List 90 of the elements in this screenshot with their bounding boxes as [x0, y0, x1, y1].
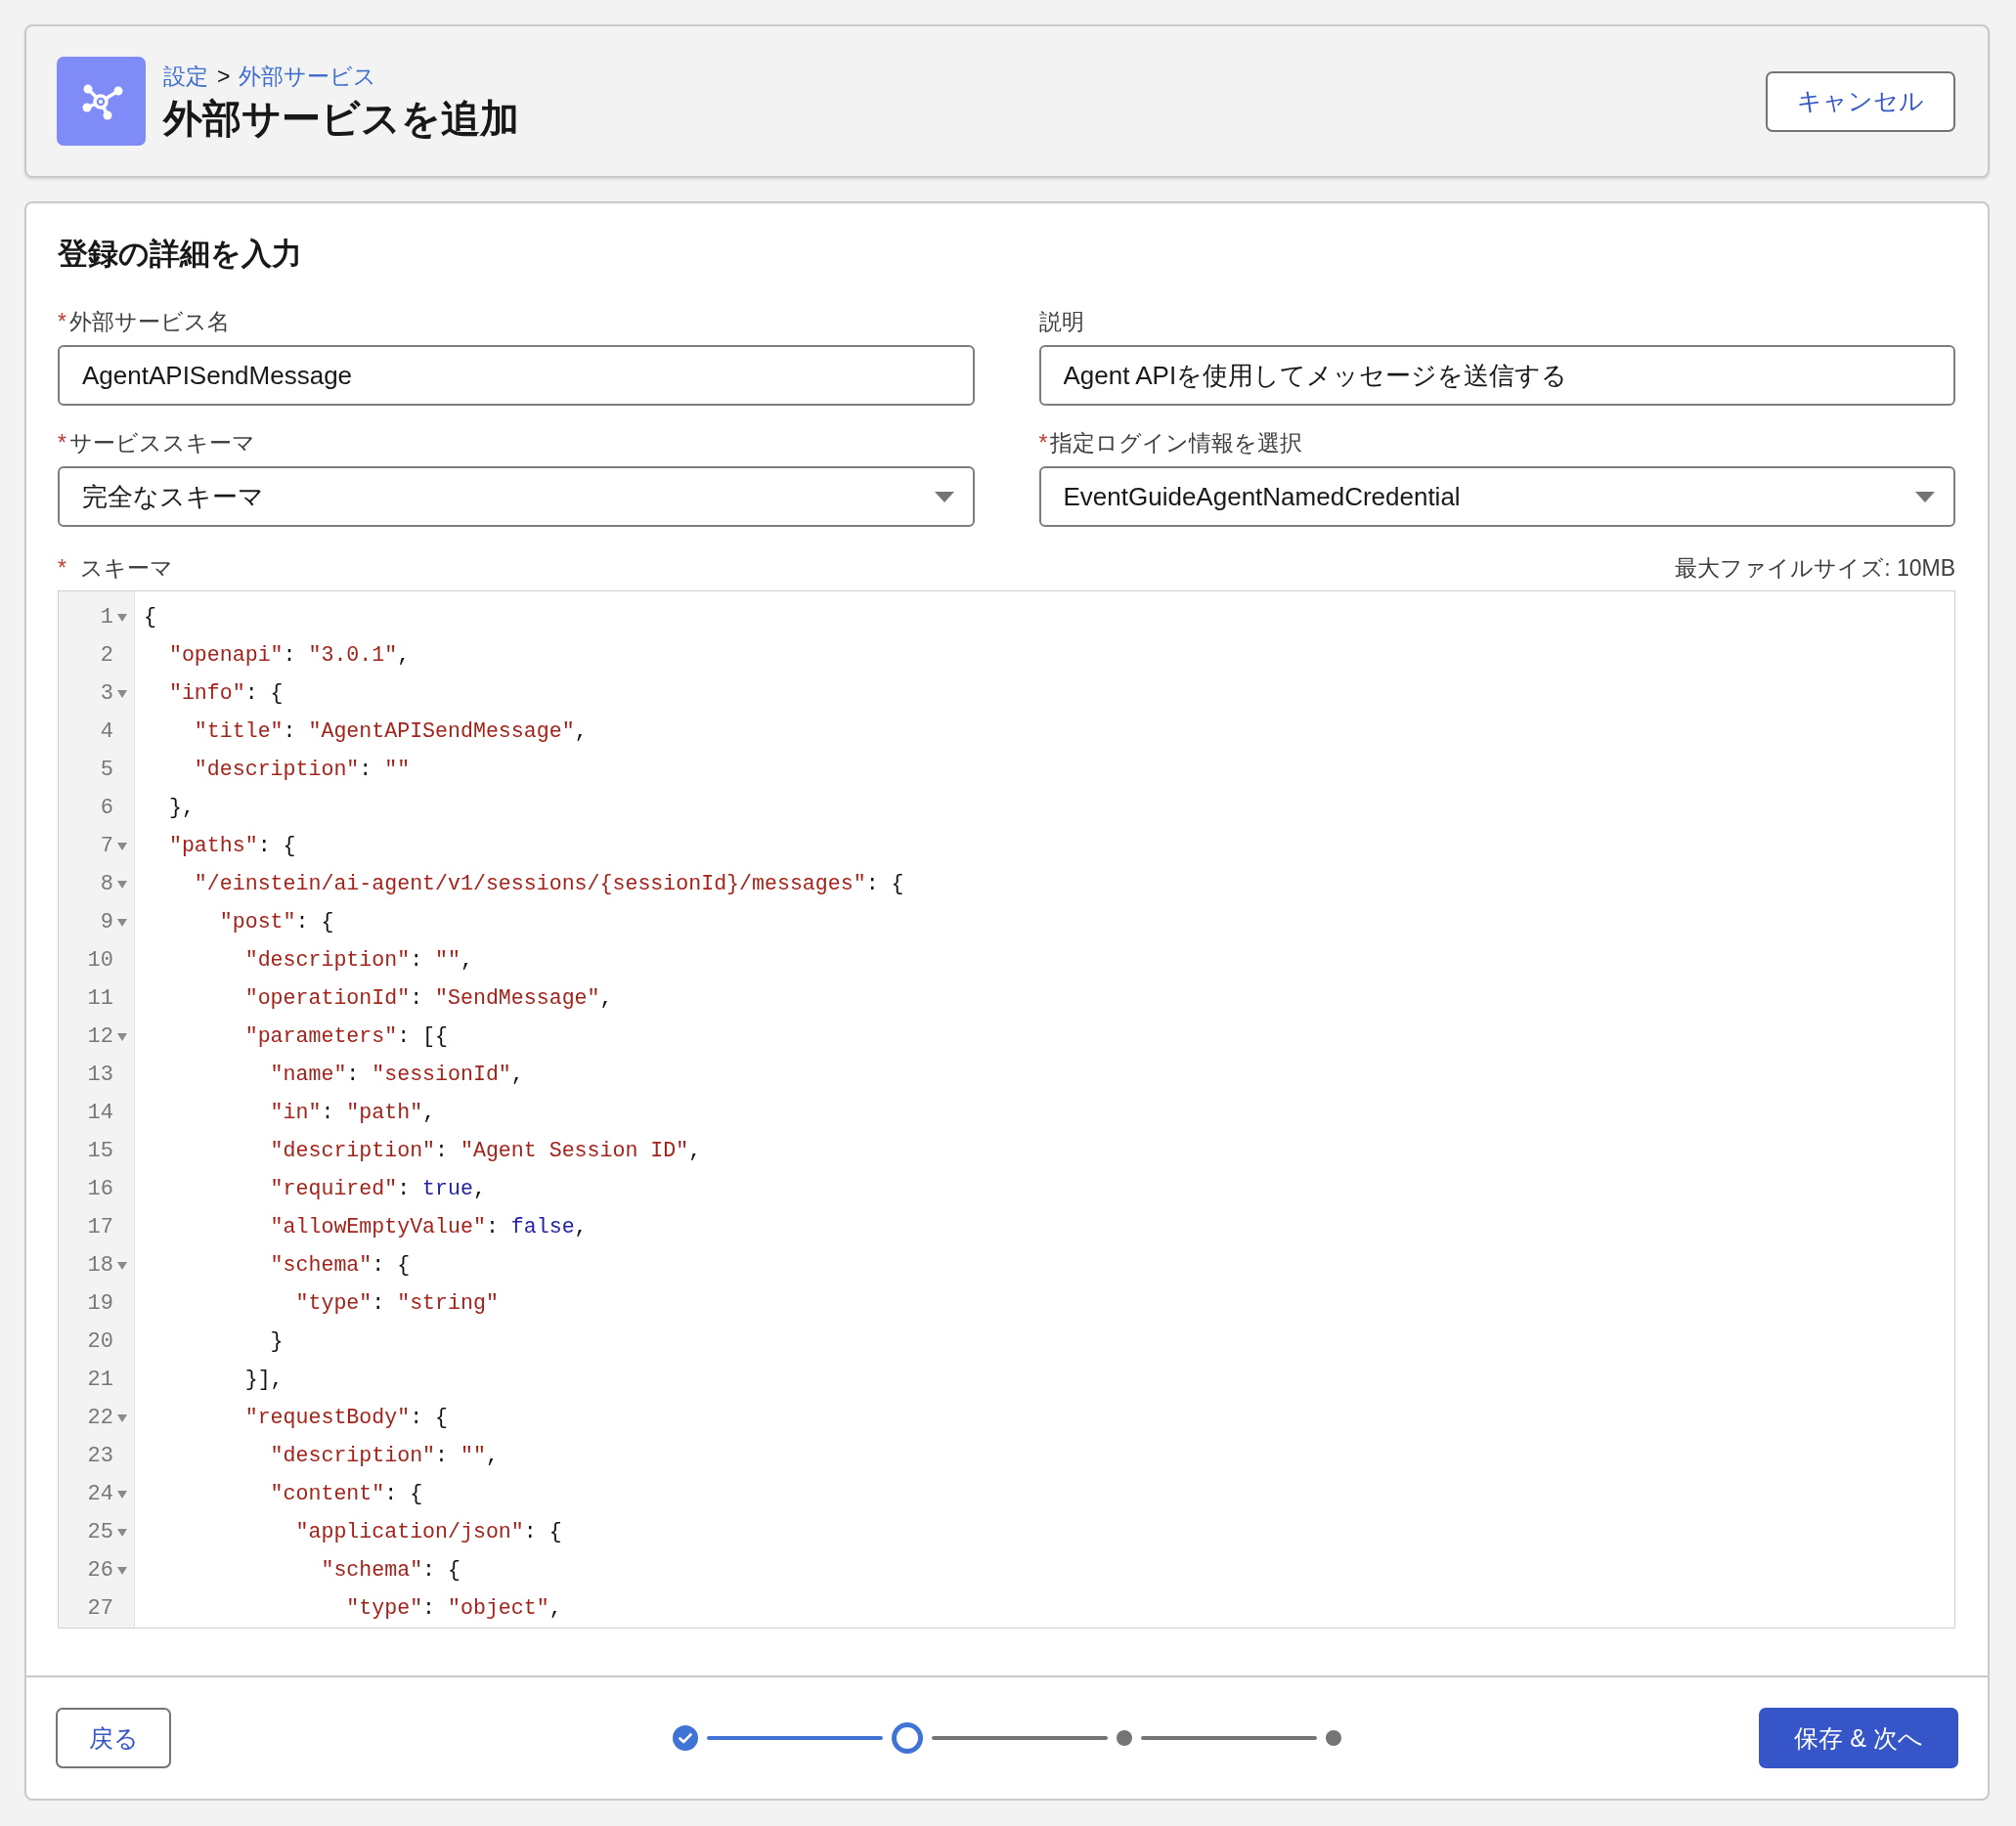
- fold-caret-icon[interactable]: [116, 842, 127, 850]
- code-line: "info": {: [168, 681, 284, 705]
- field-label: *サービススキーマ: [58, 429, 255, 457]
- code-line: "type": "string": [295, 1291, 499, 1315]
- section-heading: 登録の詳細を入力: [58, 237, 302, 272]
- fold-caret-icon[interactable]: [116, 1528, 127, 1537]
- code-line: "description": "Agent Session ID",: [270, 1139, 702, 1162]
- line-number: 8: [100, 871, 113, 898]
- back-button[interactable]: 戻る: [56, 1708, 171, 1768]
- check-circle-icon[interactable]: [673, 1725, 698, 1751]
- fold-caret-icon[interactable]: [116, 1032, 127, 1041]
- code-line: "allowEmptyValue": false,: [270, 1215, 588, 1239]
- line-number: 26: [87, 1557, 113, 1585]
- code-line: "schema": {: [321, 1558, 460, 1582]
- breadcrumb-link[interactable]: 外部サービス: [239, 64, 377, 89]
- line-number: 3: [100, 680, 113, 708]
- line-number: 7: [100, 833, 113, 860]
- dropdown-select[interactable]: EventGuideAgentNamedCredential: [1038, 466, 1955, 527]
- code-line: "type": "object",: [346, 1596, 562, 1620]
- code-line: "in": "path",: [270, 1101, 436, 1124]
- line-number: 18: [87, 1252, 113, 1280]
- line-number: 9: [100, 909, 113, 936]
- code-line: "description": "",: [244, 948, 473, 972]
- code-line: "application/json": {: [295, 1520, 562, 1543]
- code-line: "required": true,: [270, 1177, 486, 1200]
- page-title: 外部サービスを追加: [163, 96, 519, 141]
- code-line: }: [270, 1329, 284, 1353]
- dropdown-select[interactable]: 完全なスキーマ: [58, 466, 975, 527]
- fold-caret-icon[interactable]: [116, 1413, 127, 1422]
- code-line: "description": "": [194, 758, 411, 781]
- fold-caret-icon[interactable]: [116, 918, 127, 927]
- dot-icon[interactable]: [1117, 1730, 1132, 1746]
- code-line: "requestBody": {: [244, 1406, 449, 1429]
- fold-caret-icon[interactable]: [116, 1261, 127, 1270]
- code-line: },: [168, 796, 195, 819]
- code-line: "/einstein/ai-agent/v1/sessions/{sessionId}/messages": {: [194, 872, 904, 895]
- line-number: 14: [87, 1100, 113, 1127]
- dot-icon[interactable]: [1326, 1730, 1341, 1746]
- line-number: 25: [87, 1519, 113, 1546]
- fold-caret-icon[interactable]: [116, 613, 127, 622]
- line-number: 5: [100, 757, 113, 784]
- caret-down-icon: [1915, 491, 1935, 502]
- fold-caret-icon[interactable]: [116, 1566, 127, 1575]
- save-next-button[interactable]: 保存 & 次へ: [1759, 1708, 1958, 1768]
- field-label: * スキーマ: [58, 554, 173, 583]
- line-number: 1: [100, 604, 113, 631]
- line-number: 24: [87, 1481, 113, 1508]
- code-line: "parameters": [{: [244, 1024, 449, 1048]
- line-number: 22: [87, 1405, 113, 1432]
- line-number: 16: [87, 1176, 113, 1203]
- code-line: {: [144, 605, 156, 629]
- line-number: 4: [100, 718, 113, 746]
- line-number: 19: [87, 1290, 113, 1318]
- cancel-button[interactable]: キャンセル: [1766, 70, 1955, 132]
- line-number: 11: [87, 985, 113, 1013]
- text-input[interactable]: Agent APIを使用してメッセージを送信する: [1038, 345, 1955, 406]
- text-input[interactable]: AgentAPISendMessage: [58, 345, 975, 406]
- line-number: 20: [87, 1328, 113, 1356]
- line-number: 10: [87, 947, 113, 975]
- code-line: "name": "sessionId",: [270, 1063, 524, 1086]
- code-line: "openapi": "3.0.1",: [168, 643, 411, 667]
- code-line: "title": "AgentAPISendMessage",: [194, 719, 588, 743]
- network-nodes-icon: [57, 57, 146, 146]
- line-number: 27: [87, 1595, 113, 1623]
- breadcrumb-link[interactable]: 設定: [163, 64, 208, 89]
- line-number: 12: [87, 1023, 113, 1051]
- code-line: "schema": {: [270, 1253, 411, 1277]
- code-line: "description": "",: [270, 1444, 499, 1467]
- fold-caret-icon[interactable]: [116, 689, 127, 698]
- line-number: 21: [87, 1367, 113, 1394]
- line-number: 23: [87, 1443, 113, 1470]
- field-label: *外部サービス名: [58, 308, 230, 336]
- file-size-note: 最大ファイルサイズ: 10MB: [1675, 554, 1955, 583]
- line-number: 15: [87, 1138, 113, 1165]
- line-number: 13: [87, 1062, 113, 1089]
- field-label: *指定ログイン情報を選択: [1038, 429, 1303, 457]
- fold-caret-icon[interactable]: [116, 880, 127, 889]
- code-line: "operationId": "SendMessage",: [244, 986, 613, 1010]
- code-line: "content": {: [270, 1482, 423, 1505]
- code-line: "paths": {: [168, 834, 296, 857]
- ring-icon[interactable]: [892, 1722, 923, 1754]
- code-line: "post": {: [219, 910, 334, 934]
- line-number: 2: [100, 642, 113, 670]
- caret-down-icon: [934, 491, 954, 502]
- field-label: 説明: [1038, 308, 1084, 336]
- fold-caret-icon[interactable]: [116, 1490, 127, 1499]
- line-number: 17: [87, 1214, 113, 1241]
- breadcrumb-separator: >: [217, 64, 231, 89]
- code-line: }],: [244, 1368, 284, 1391]
- line-number: 6: [100, 795, 113, 822]
